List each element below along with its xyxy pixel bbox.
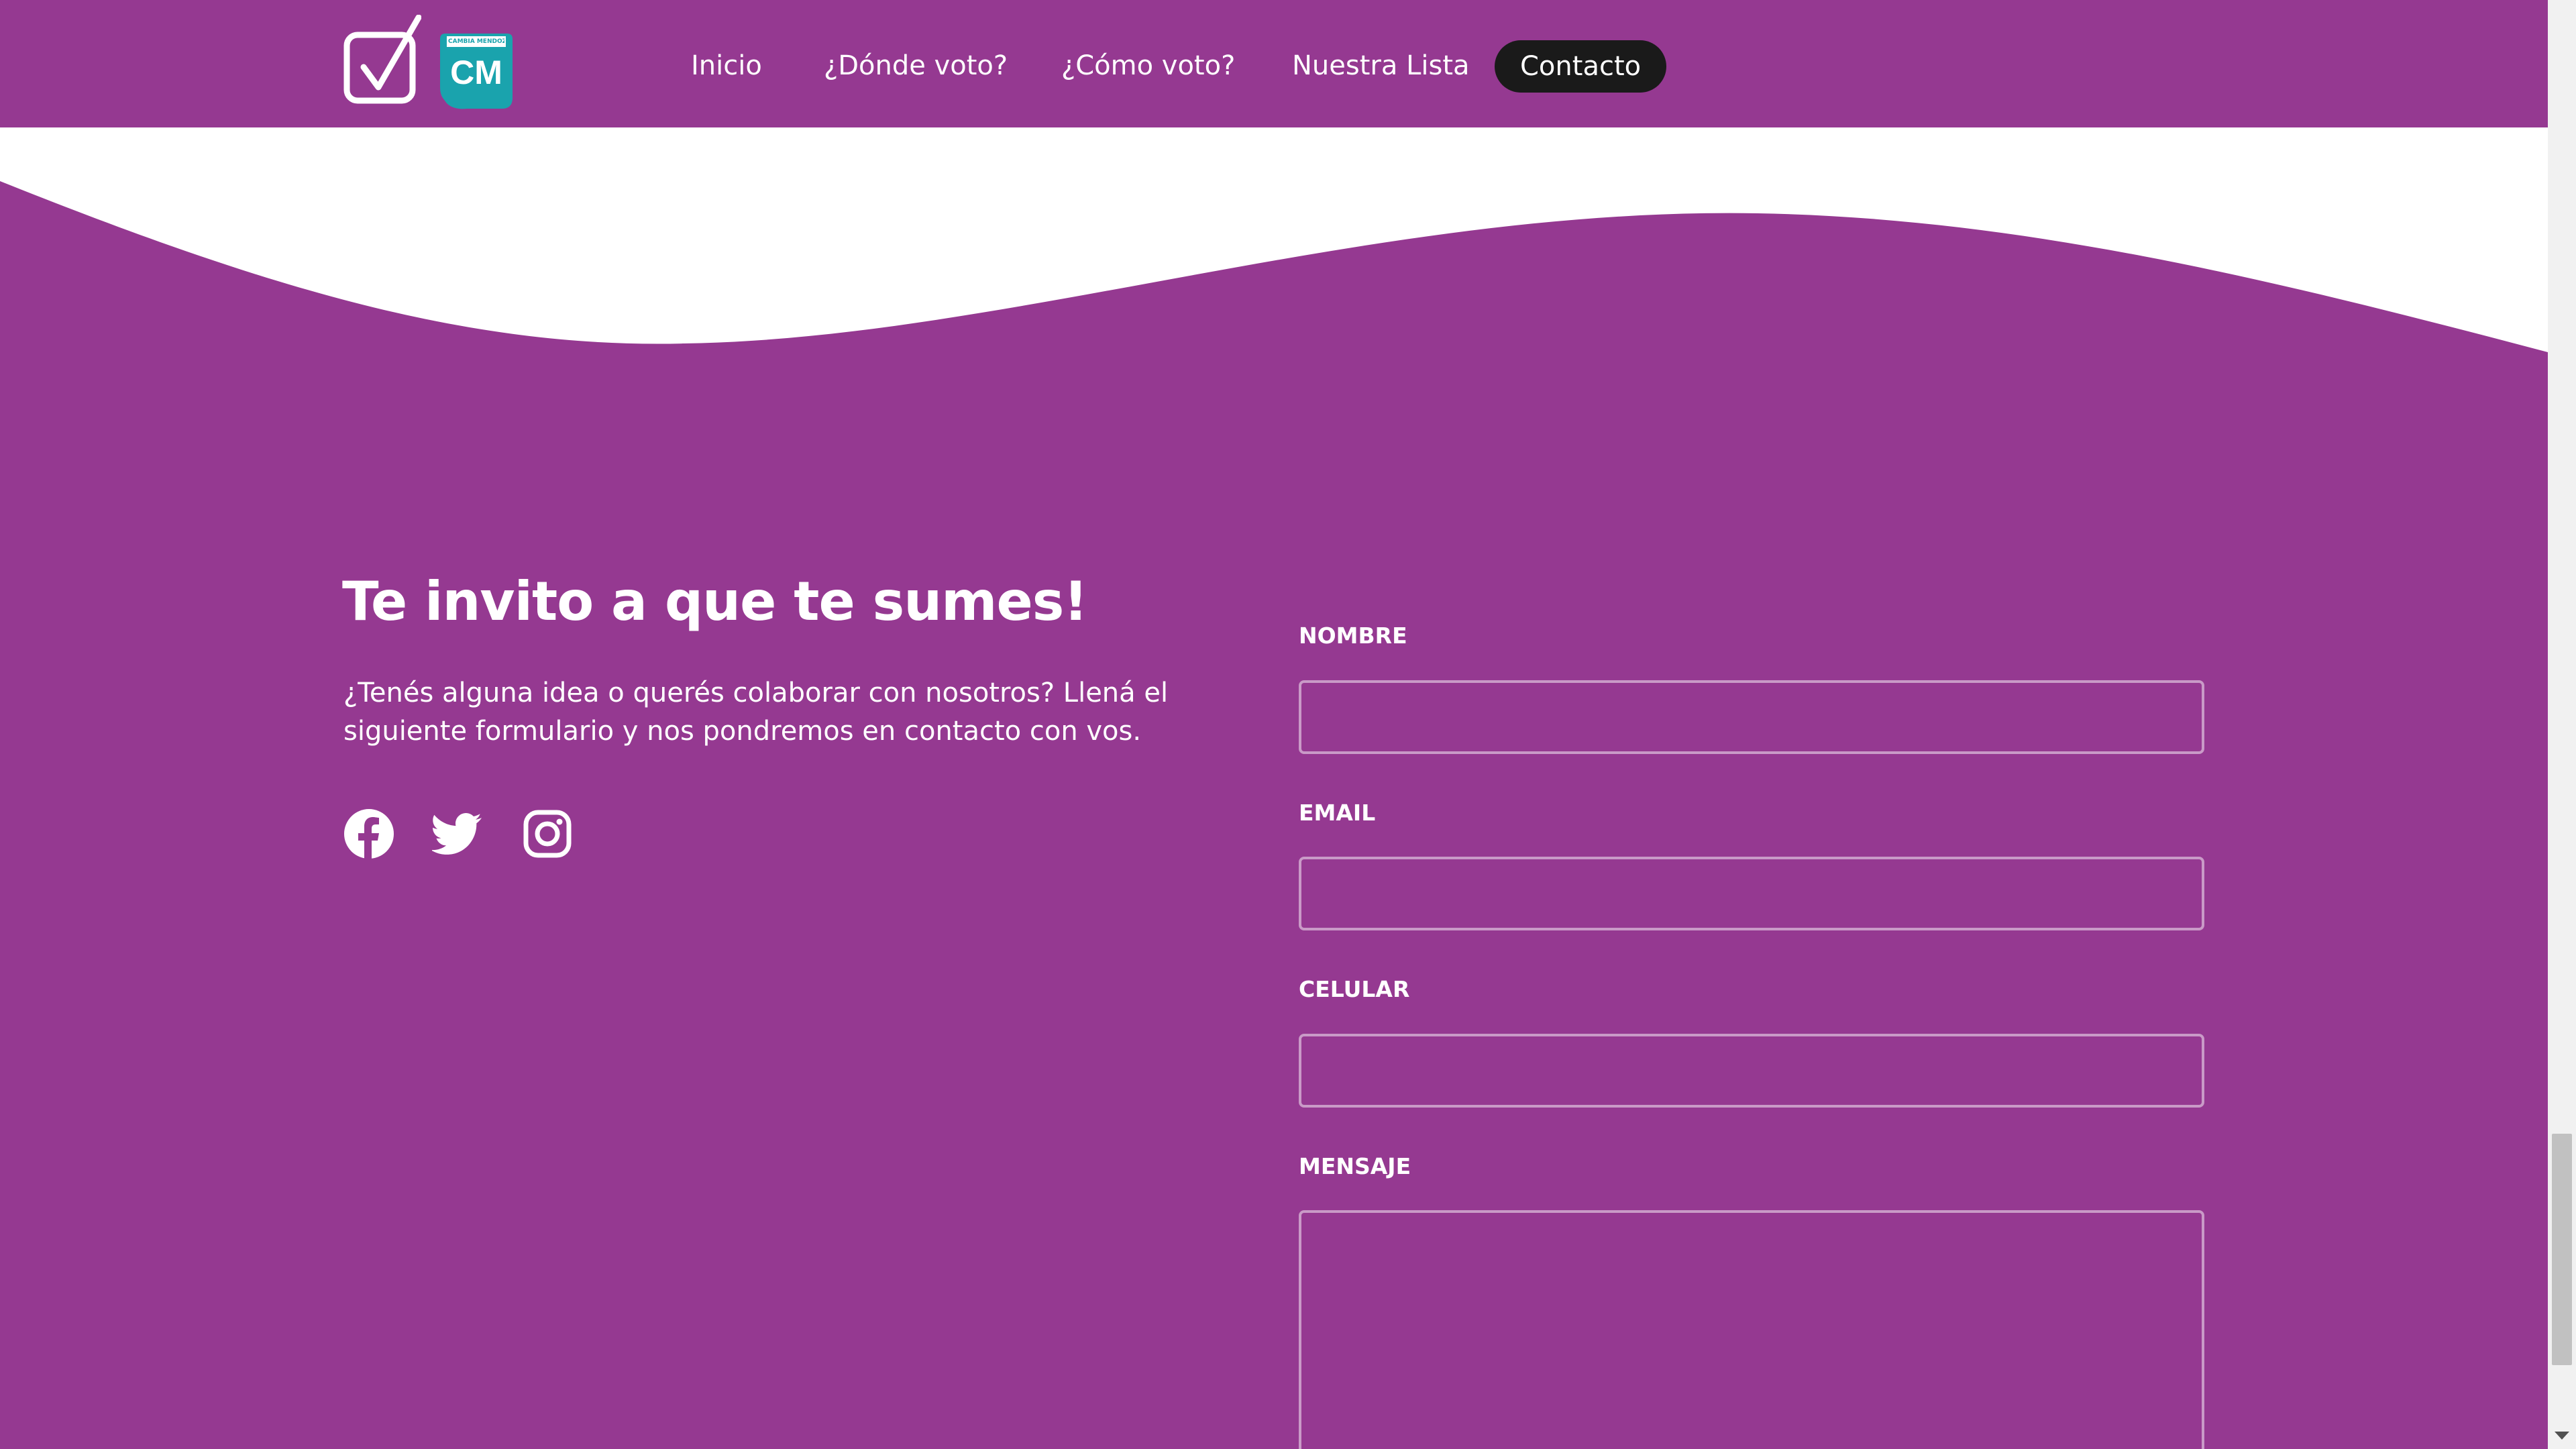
- nav-item-donde-voto[interactable]: ¿Dónde voto?: [824, 42, 1008, 90]
- nav-item-nuestra-lista[interactable]: Nuestra Lista: [1292, 42, 1470, 90]
- page: CAMBIA MENDOZA CM Inicio ¿Dónde voto? ¿C…: [0, 0, 2576, 1449]
- email-label: EMAIL: [1299, 800, 1376, 826]
- nombre-label: NOMBRE: [1299, 623, 1407, 649]
- cm-logo[interactable]: CAMBIA MENDOZA CM: [440, 34, 513, 110]
- cm-logo-small-text: CAMBIA MENDOZA: [448, 38, 504, 45]
- contact-description: ¿Tenés alguna idea o querés colaborar co…: [343, 678, 1169, 747]
- contact-title: Te invito a que te sumes!: [342, 570, 1088, 633]
- mensaje-label: MENSAJE: [1299, 1153, 1411, 1179]
- nav-item-inicio[interactable]: Inicio: [691, 42, 762, 90]
- nav-item-como-voto[interactable]: ¿Cómo voto?: [1061, 42, 1235, 90]
- page-scrollbar[interactable]: [2548, 0, 2576, 1449]
- scroll-down-arrow-icon[interactable]: [2555, 1432, 2569, 1440]
- celular-label: CELULAR: [1299, 976, 1410, 1002]
- email-input[interactable]: [1299, 857, 2204, 930]
- cm-logo-big-text: CM: [450, 54, 502, 91]
- nav-item-contacto[interactable]: Contacto: [1495, 40, 1667, 93]
- celular-input[interactable]: [1299, 1034, 2204, 1108]
- mensaje-textarea[interactable]: [1299, 1210, 2204, 1449]
- nombre-input[interactable]: [1299, 680, 2204, 754]
- checkbox-vote-icon[interactable]: [343, 15, 421, 105]
- instagram-icon[interactable]: [522, 808, 573, 859]
- wave-divider: [0, 181, 2548, 409]
- twitter-icon[interactable]: [432, 808, 483, 859]
- site-header: CAMBIA MENDOZA CM Inicio ¿Dónde voto? ¿C…: [0, 0, 2548, 127]
- facebook-icon[interactable]: [343, 808, 394, 859]
- scrollbar-thumb[interactable]: [2552, 1134, 2572, 1365]
